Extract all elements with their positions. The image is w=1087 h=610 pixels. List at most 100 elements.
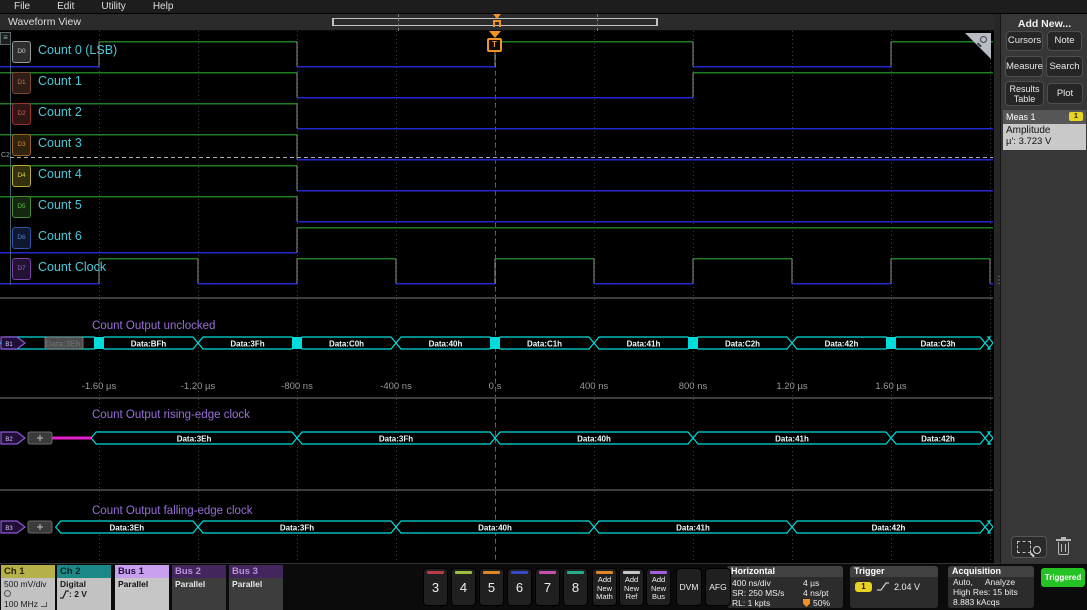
time-axis-label: 1.60 µs bbox=[861, 381, 921, 392]
channel-badge-ch2[interactable]: Ch 2Digital: 2 V bbox=[57, 565, 111, 610]
digital-channel-badge-D6[interactable]: D6 bbox=[12, 227, 31, 249]
trigger-panel[interactable]: Trigger 1 2.04 V bbox=[850, 566, 938, 608]
draw-zoom-corner[interactable] bbox=[965, 33, 991, 59]
results-bar: Add New... Cursors Note Measure Search R… bbox=[1000, 14, 1087, 563]
svg-text:Data:3Eh: Data:3Eh bbox=[177, 435, 212, 444]
bus2-title: Count Output rising-edge clock bbox=[92, 409, 250, 421]
cursors-button[interactable]: Cursors bbox=[1006, 31, 1043, 51]
expansion-point-marker-icon[interactable] bbox=[493, 14, 501, 19]
trigger-level: 2.04 V bbox=[894, 582, 920, 592]
svg-text:Data:41h: Data:41h bbox=[627, 340, 661, 349]
digital-channel-label-D7[interactable]: Count Clock bbox=[38, 256, 106, 278]
tab-waveform-view[interactable]: Waveform View bbox=[8, 16, 81, 28]
channel-3-button[interactable]: 3 bbox=[423, 568, 448, 606]
digital-channel-label-D3[interactable]: Count 3 bbox=[38, 132, 82, 154]
channel-4-button[interactable]: 4 bbox=[451, 568, 476, 606]
menu-utility[interactable]: Utility bbox=[101, 1, 125, 12]
bus-busy-block bbox=[490, 337, 500, 349]
trash-icon[interactable] bbox=[1053, 537, 1073, 557]
time-axis-label: -1.60 µs bbox=[69, 381, 129, 392]
bus-drag-handle[interactable] bbox=[45, 337, 83, 349]
sample-interval: 4 ns/pt bbox=[803, 588, 829, 598]
channel-badge-title: Ch 2 bbox=[57, 565, 111, 578]
record-length: RL: 1 kpts bbox=[732, 598, 770, 608]
digital-channel-label-D2[interactable]: Count 2 bbox=[38, 101, 82, 123]
zoom-box-button[interactable] bbox=[1011, 536, 1047, 558]
channel-badge-bus1[interactable]: Bus 1Parallel bbox=[115, 565, 169, 610]
digital-channel-badge-D1[interactable]: D1 bbox=[12, 72, 31, 94]
channel-badge-title: Bus 2 bbox=[172, 565, 226, 578]
acquisition-resolution: High Res: 15 bits bbox=[948, 587, 1034, 597]
menu-file[interactable]: File bbox=[14, 1, 30, 12]
channel-badge-bus3[interactable]: Bus 3Parallel bbox=[229, 565, 283, 610]
channel-waveform-D7 bbox=[0, 259, 993, 284]
acquisition-panel[interactable]: Acquisition Auto,Analyze High Res: 15 bi… bbox=[948, 566, 1034, 608]
settings-bar: Horizontal 400 ns/div4 µs SR: 250 MS/s4 … bbox=[0, 563, 1087, 610]
menu-edit[interactable]: Edit bbox=[57, 1, 74, 12]
time-axis-label: -1.20 µs bbox=[168, 381, 228, 392]
digital-channel-badge-D2[interactable]: D2 bbox=[12, 103, 31, 125]
svg-text:B2: B2 bbox=[5, 437, 13, 443]
plot-button[interactable]: Plot bbox=[1047, 83, 1083, 104]
svg-text:Data:42h: Data:42h bbox=[921, 435, 955, 444]
meas1-source-tag: 1 bbox=[1069, 112, 1083, 121]
trigger-position-badge[interactable]: T bbox=[487, 38, 502, 52]
digital-channel-label-D5[interactable]: Count 5 bbox=[38, 194, 82, 216]
trigger-position-arrow-icon[interactable] bbox=[489, 31, 501, 38]
rising-edge-icon bbox=[877, 581, 889, 592]
digital-channel-badge-D5[interactable]: D5 bbox=[12, 196, 31, 218]
menu-help[interactable]: Help bbox=[153, 1, 174, 12]
svg-text:Data:40h: Data:40h bbox=[577, 435, 611, 444]
digital-group-handle-icon[interactable]: ≡ bbox=[0, 32, 11, 45]
note-button[interactable]: Note bbox=[1047, 31, 1082, 51]
bus1-area: Data:3EhData:BFhData:3FhData:C0hData:40h… bbox=[0, 297, 993, 397]
horizontal-title: Horizontal bbox=[727, 566, 843, 577]
horizontal-scale: 400 ns/div bbox=[732, 578, 771, 588]
measure-button[interactable]: Measure bbox=[1005, 56, 1043, 77]
bus-segment bbox=[985, 432, 993, 444]
magnifier-icon bbox=[980, 36, 987, 43]
bus-busy-block bbox=[886, 337, 896, 349]
meas1-badge[interactable]: Meas 1 1 Amplitude µ': 3.723 V bbox=[1003, 110, 1086, 150]
digital-channel-label-D0[interactable]: Count 0 (LSB) bbox=[38, 39, 117, 61]
expansion-point-handle[interactable] bbox=[493, 20, 501, 27]
channel-badge-title: Bus 1 bbox=[115, 565, 169, 578]
channel-color-strip bbox=[427, 571, 444, 574]
add-new-bus-button[interactable]: Add New Bus bbox=[646, 568, 671, 606]
digital-channel-badge-D0[interactable]: D0 bbox=[12, 41, 31, 63]
channel-badge-bus2[interactable]: Bus 2Parallel bbox=[172, 565, 226, 610]
afg-button[interactable]: AFG bbox=[705, 568, 731, 606]
meas1-type: Amplitude bbox=[1006, 125, 1083, 136]
add-new-ref-button[interactable]: Add New Ref bbox=[619, 568, 644, 606]
digital-channel-label-D1[interactable]: Count 1 bbox=[38, 70, 82, 92]
svg-text:B1: B1 bbox=[5, 342, 13, 348]
channel-badge-ch1[interactable]: Ch 1500 mV/div100 MHz bbox=[1, 565, 55, 610]
channel-color-strip bbox=[567, 571, 584, 574]
bus-busy-block bbox=[94, 337, 104, 349]
time-axis-label: -800 ns bbox=[267, 381, 327, 392]
channel-5-button[interactable]: 5 bbox=[479, 568, 504, 606]
digital-channel-badge-D3[interactable]: D3 bbox=[12, 134, 31, 156]
digital-channel-label-D6[interactable]: Count 6 bbox=[38, 225, 82, 247]
overview-tick bbox=[398, 14, 399, 31]
threshold-label: C2 bbox=[1, 152, 10, 159]
channel-7-button[interactable]: 7 bbox=[535, 568, 560, 606]
time-axis-label: 1.20 µs bbox=[762, 381, 822, 392]
digital-channel-label-D4[interactable]: Count 4 bbox=[38, 163, 82, 185]
add-new-math-button[interactable]: Add New Math bbox=[592, 568, 617, 606]
channel-badge-info: Parallel bbox=[115, 578, 169, 610]
dvm-button[interactable]: DVM bbox=[676, 568, 702, 606]
digital-channel-badge-D7[interactable]: D7 bbox=[12, 258, 31, 280]
acquisition-title: Acquisition bbox=[948, 566, 1034, 577]
search-button[interactable]: Search bbox=[1046, 56, 1083, 77]
trigger-source-badge: 1 bbox=[855, 582, 872, 592]
channel-8-button[interactable]: 8 bbox=[563, 568, 588, 606]
digital-channel-badge-D4[interactable]: D4 bbox=[12, 165, 31, 187]
results-table-button[interactable]: Results Table bbox=[1005, 81, 1044, 106]
channel-waveform-D3 bbox=[0, 135, 993, 160]
channel-badge-info: Digital: 2 V bbox=[57, 578, 111, 610]
channel-badge-info: Parallel bbox=[172, 578, 226, 610]
channel-6-button[interactable]: 6 bbox=[507, 568, 532, 606]
bus2-area: Data:3EhData:3FhData:40hData:41hData:42h… bbox=[0, 397, 993, 489]
horizontal-panel[interactable]: Horizontal 400 ns/div4 µs SR: 250 MS/s4 … bbox=[727, 566, 843, 608]
